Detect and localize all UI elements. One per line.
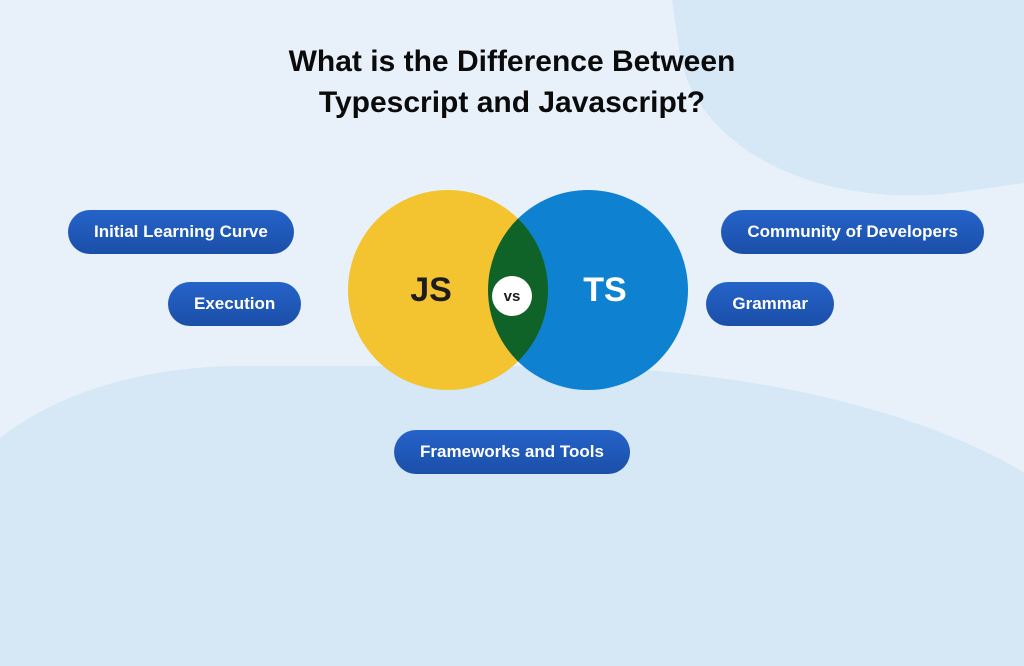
pill-label: Community of Developers bbox=[747, 222, 958, 241]
venn-label-ts: TS bbox=[583, 271, 626, 310]
page-title: What is the Difference Between Typescrip… bbox=[0, 42, 1024, 123]
pill-label: Execution bbox=[194, 294, 275, 313]
vs-label: vs bbox=[504, 288, 521, 305]
venn-diagram: JS TS vs bbox=[342, 180, 682, 400]
pill-label: Initial Learning Curve bbox=[94, 222, 268, 241]
title-line-1: What is the Difference Between bbox=[289, 45, 736, 78]
pill-grammar: Grammar bbox=[706, 282, 834, 326]
pill-label: Frameworks and Tools bbox=[420, 442, 604, 461]
pill-execution: Execution bbox=[168, 282, 301, 326]
vs-badge: vs bbox=[492, 276, 532, 316]
title-line-2: Typescript and Javascript? bbox=[319, 86, 705, 119]
pill-initial-learning-curve: Initial Learning Curve bbox=[68, 210, 294, 254]
venn-label-js: JS bbox=[410, 271, 452, 310]
background-wave-bottom bbox=[0, 366, 1024, 666]
pill-community-of-developers: Community of Developers bbox=[721, 210, 984, 254]
pill-frameworks-and-tools: Frameworks and Tools bbox=[394, 430, 630, 474]
pill-label: Grammar bbox=[732, 294, 808, 313]
